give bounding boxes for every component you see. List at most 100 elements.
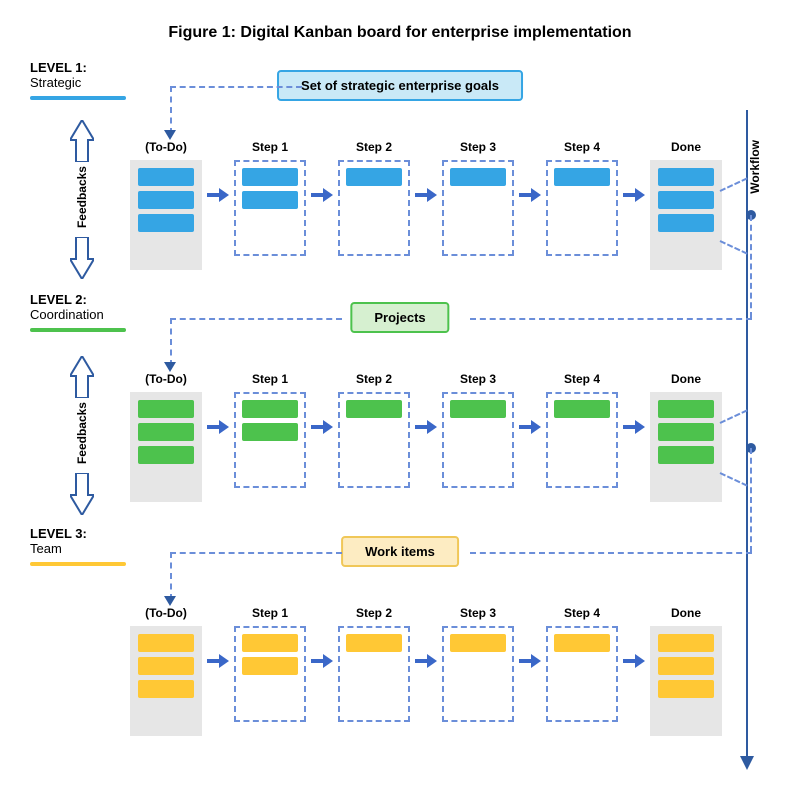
level-2-row: (To-Do)Step 1Step 2Step 3Step 4Done [130, 372, 720, 502]
column-label: Step 1 [252, 606, 288, 620]
kanban-card [658, 634, 714, 652]
kanban-column: (To-Do) [130, 372, 202, 502]
level-2-underline [30, 328, 126, 332]
kanban-column: Step 1 [234, 606, 306, 722]
column-slot [442, 160, 514, 256]
kanban-card [242, 168, 298, 186]
column-slot [338, 392, 410, 488]
dashed-connector [170, 318, 172, 366]
dashed-connector [470, 318, 752, 320]
feedback-1: Feedbacks [64, 120, 100, 290]
kanban-card [658, 214, 714, 232]
dashed-connector [170, 552, 172, 600]
chevron-down-icon [70, 237, 94, 279]
kanban-card [450, 400, 506, 418]
arrowhead-down-icon [164, 596, 176, 606]
feedback-2: Feedbacks [64, 356, 100, 526]
kanban-column: Step 1 [234, 372, 306, 488]
column-label: Step 4 [564, 372, 600, 386]
level-3-row: (To-Do)Step 1Step 2Step 3Step 4Done [130, 606, 720, 736]
level-1-row: (To-Do)Step 1Step 2Step 3Step 4Done [130, 140, 720, 270]
column-slot [442, 626, 514, 722]
column-label: (To-Do) [145, 606, 187, 620]
arrow-right-icon [207, 188, 229, 202]
flow-arrow [414, 654, 438, 668]
kanban-card [658, 657, 714, 675]
workflow-line [746, 110, 748, 762]
level-3-tag: Work items [341, 536, 459, 567]
column-label: Step 1 [252, 140, 288, 154]
kanban-card [138, 423, 194, 441]
kanban-card [242, 423, 298, 441]
kanban-card [346, 634, 402, 652]
arrow-right-icon [623, 654, 645, 668]
kanban-column: (To-Do) [130, 140, 202, 270]
figure-title: Figure 1: Digital Kanban board for enter… [30, 24, 770, 42]
arrow-right-icon [311, 654, 333, 668]
arrow-right-icon [415, 188, 437, 202]
column-label: Step 2 [356, 140, 392, 154]
dashed-connector [170, 86, 302, 88]
kanban-column: Step 1 [234, 140, 306, 256]
workflow-arrowhead [740, 756, 754, 770]
column-slot [546, 392, 618, 488]
arrow-right-icon [415, 654, 437, 668]
column-label: Step 4 [564, 140, 600, 154]
kanban-card [138, 446, 194, 464]
level-1-tag: Set of strategic enterprise goals [277, 70, 523, 101]
column-slot [442, 392, 514, 488]
kanban-column: Step 2 [338, 140, 410, 256]
kanban-card [138, 400, 194, 418]
kanban-column: Step 3 [442, 606, 514, 722]
column-slot [338, 160, 410, 256]
kanban-card [658, 423, 714, 441]
column-slot [130, 392, 202, 502]
column-label: Step 4 [564, 606, 600, 620]
feedback-2-label: Feedbacks [75, 402, 89, 464]
workflow-label: Workflow [748, 140, 762, 194]
column-label: Step 3 [460, 606, 496, 620]
kanban-card [138, 680, 194, 698]
column-label: Done [671, 606, 701, 620]
kanban-card [450, 634, 506, 652]
flow-arrow [414, 188, 438, 202]
arrowhead-down-icon [164, 130, 176, 140]
arrow-right-icon [311, 188, 333, 202]
kanban-card [138, 191, 194, 209]
feedback-1-label: Feedbacks [75, 166, 89, 228]
dashed-connector [470, 552, 752, 554]
level-2-header: LEVEL 2: Coordination [30, 292, 150, 332]
kanban-card [450, 168, 506, 186]
dashed-connector [170, 318, 342, 320]
column-label: Step 1 [252, 372, 288, 386]
column-slot [546, 626, 618, 722]
level-1-name: Strategic [30, 75, 150, 90]
kanban-column: Done [650, 140, 722, 270]
level-2-tag: Projects [350, 302, 449, 333]
dashed-connector [750, 448, 752, 552]
level-3-name: Team [30, 541, 150, 556]
diagram-stage: Workflow LEVEL 1: Strategic Set of strat… [30, 60, 770, 780]
kanban-card [554, 400, 610, 418]
arrow-right-icon [519, 188, 541, 202]
column-slot [650, 160, 722, 270]
level-1-underline [30, 96, 126, 100]
flow-arrow [206, 420, 230, 434]
kanban-column: Done [650, 372, 722, 502]
kanban-card [658, 191, 714, 209]
flow-arrow [518, 420, 542, 434]
kanban-card [554, 634, 610, 652]
column-label: Done [671, 140, 701, 154]
level-1-label: LEVEL 1: [30, 60, 150, 75]
kanban-card [658, 168, 714, 186]
arrow-right-icon [207, 654, 229, 668]
column-slot [650, 626, 722, 736]
flow-arrow [622, 420, 646, 434]
arrow-right-icon [519, 420, 541, 434]
chevron-down-icon [70, 473, 94, 515]
column-slot [130, 160, 202, 270]
flow-arrow [414, 420, 438, 434]
column-label: Step 3 [460, 372, 496, 386]
arrow-right-icon [415, 420, 437, 434]
arrow-right-icon [519, 654, 541, 668]
